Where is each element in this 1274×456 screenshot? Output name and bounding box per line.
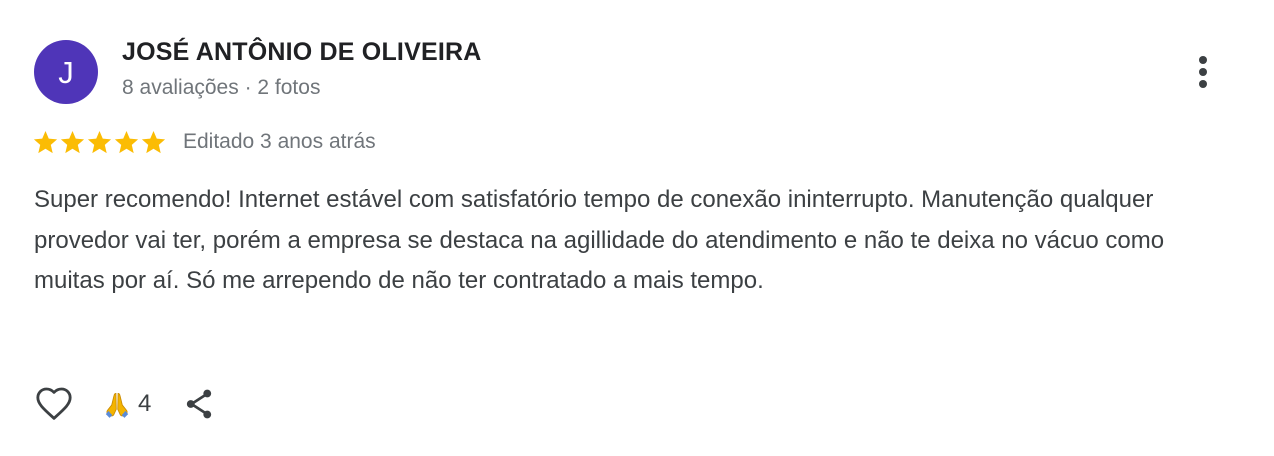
review-actions: 4: [34, 382, 217, 426]
share-button[interactable]: [181, 384, 217, 424]
star-icon: [114, 130, 139, 153]
author-name[interactable]: JOSÉ ANTÔNIO DE OLIVEIRA: [122, 38, 481, 67]
share-icon: [187, 389, 212, 419]
heart-outline-icon: [36, 387, 72, 420]
star-icon: [141, 130, 166, 153]
author-review-count: 8 avaliações · 2 fotos: [122, 76, 321, 99]
avatar[interactable]: J: [34, 40, 98, 104]
reaction-count: 4: [138, 390, 152, 417]
star-rating: [32, 129, 167, 156]
review-card: J JOSÉ ANTÔNIO DE OLIVEIRA 8 avaliações …: [0, 0, 1274, 456]
more-options-button[interactable]: [1186, 52, 1222, 92]
reaction-button[interactable]: 4: [100, 387, 151, 421]
like-button[interactable]: [34, 384, 74, 424]
star-icon: [60, 130, 85, 153]
star-icon: [87, 130, 112, 153]
avatar-initial: J: [58, 54, 74, 90]
folded-hands-emoji-icon: [105, 392, 129, 418]
rating-row: Editado 3 anos atrás: [32, 124, 376, 160]
star-icon: [33, 130, 58, 153]
review-text: Super recomendo! Internet estável com sa…: [34, 186, 1165, 294]
edited-timestamp: Editado 3 anos atrás: [183, 130, 376, 153]
